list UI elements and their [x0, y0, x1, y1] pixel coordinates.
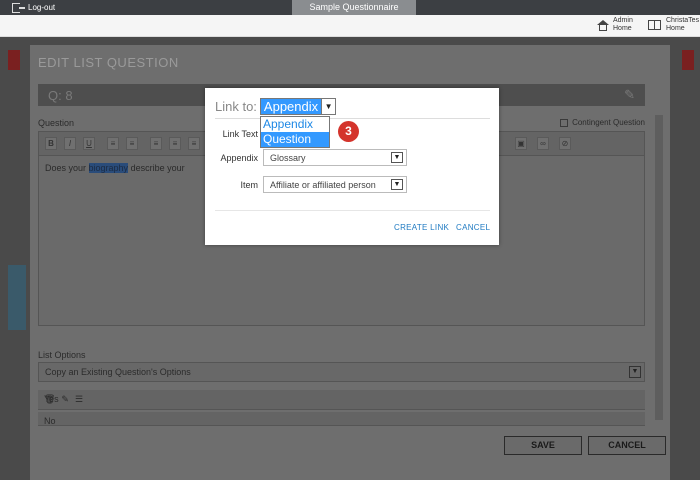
user-home-link[interactable]: ChristaTes Home [648, 17, 699, 33]
underline-button[interactable]: U [83, 137, 95, 150]
list-option-row[interactable]: No [38, 412, 645, 426]
user-home-line1: ChristaTes [666, 17, 700, 24]
list-option-label: No [44, 416, 56, 426]
pencil-icon[interactable]: ✎ [624, 87, 635, 103]
align-left-button[interactable]: ≡ [150, 137, 162, 150]
contingent-question-option[interactable]: Contingent Question [560, 118, 645, 127]
unlink-button[interactable]: ⊘ [559, 137, 571, 150]
editor-text: Does your biography describe your [45, 163, 185, 173]
admin-home-text: Admin Home [613, 17, 633, 33]
divider [215, 210, 490, 211]
link-text-label: Link Text [222, 129, 258, 139]
bulleted-list-button[interactable]: ≡ [107, 137, 119, 150]
question-number: Q: 8 [48, 88, 73, 103]
divider [215, 118, 490, 119]
appendix-select[interactable]: Glossary ▼ [263, 149, 407, 166]
chevron-down-icon: ▼ [321, 99, 335, 114]
tab-sample-questionnaire[interactable]: Sample Questionnaire [292, 0, 416, 15]
cancel-button[interactable]: CANCEL [588, 436, 666, 455]
scrollbar[interactable] [655, 115, 663, 420]
chevron-down-icon: ▼ [629, 366, 641, 378]
logout-button[interactable]: Log-out [0, 0, 292, 15]
link-to-row: Link to: Appendix ▼ [215, 98, 337, 115]
save-button[interactable]: SAVE [504, 436, 582, 455]
item-select[interactable]: Affiliate or affiliated person ▼ [263, 176, 407, 193]
editor-text-selection: biography [88, 163, 129, 173]
panel-title: EDIT LIST QUESTION [38, 55, 179, 70]
step-badge: 3 [338, 121, 359, 142]
edge-marker-right [682, 50, 694, 70]
item-value: Affiliate or affiliated person [270, 180, 376, 190]
paste-button[interactable]: ▣ [515, 137, 527, 150]
appendix-label: Appendix [220, 153, 258, 163]
logout-label: Log-out [28, 3, 56, 12]
copy-options-select[interactable]: Copy an Existing Question's Options ▼ [38, 362, 645, 382]
appendix-value: Glossary [270, 153, 306, 163]
secondary-nav-bar: Admin Home ChristaTes Home [0, 15, 700, 37]
item-label: Item [240, 180, 258, 190]
contingent-label: Contingent Question [572, 118, 645, 127]
list-option-row[interactable]: Yes 🗑✎☰ [38, 390, 645, 410]
italic-button[interactable]: I [64, 137, 76, 150]
editor-text-after: describe your [128, 163, 185, 173]
admin-home-link[interactable]: Admin Home [596, 17, 633, 33]
chevron-down-icon: ▼ [391, 152, 403, 163]
copy-options-placeholder: Copy an Existing Question's Options [45, 367, 191, 377]
link-to-dropdown-list: Appendix Question [260, 116, 330, 148]
contingent-checkbox[interactable] [560, 118, 569, 127]
link-to-select[interactable]: Appendix ▼ [259, 98, 337, 115]
dropdown-option-appendix[interactable]: Appendix [261, 117, 329, 132]
link-to-label: Link to: [215, 99, 257, 114]
question-label: Question [38, 118, 75, 128]
home-icon [596, 19, 609, 31]
link-button[interactable]: ∞ [537, 137, 549, 150]
admin-home-line2: Home [613, 25, 632, 32]
bold-button[interactable]: B [45, 137, 57, 150]
link-to-value: Appendix [260, 99, 322, 114]
editor-text-before: Does your [45, 163, 89, 173]
chevron-down-icon: ▼ [391, 179, 403, 190]
align-center-button[interactable]: ≡ [169, 137, 181, 150]
numbered-list-button[interactable]: ≡ [126, 137, 138, 150]
book-icon [648, 20, 661, 30]
option-action-icons[interactable]: 🗑✎☰ [44, 394, 637, 405]
modal-cancel-button[interactable]: CANCEL [456, 223, 490, 232]
list-options-label: List Options [38, 350, 86, 360]
user-home-line2: Home [666, 25, 685, 32]
insert-link-dialog: Link to: Appendix ▼ Link Text Appendix G… [205, 88, 499, 245]
dropdown-option-question[interactable]: Question [261, 132, 329, 147]
create-link-button[interactable]: CREATE LINK [394, 223, 449, 232]
edge-marker-side [8, 265, 26, 330]
logout-icon [12, 2, 25, 13]
admin-home-line1: Admin [613, 17, 633, 24]
edge-marker-left [8, 50, 20, 70]
user-home-text: ChristaTes Home [666, 17, 699, 33]
align-right-button[interactable]: ≡ [188, 137, 200, 150]
